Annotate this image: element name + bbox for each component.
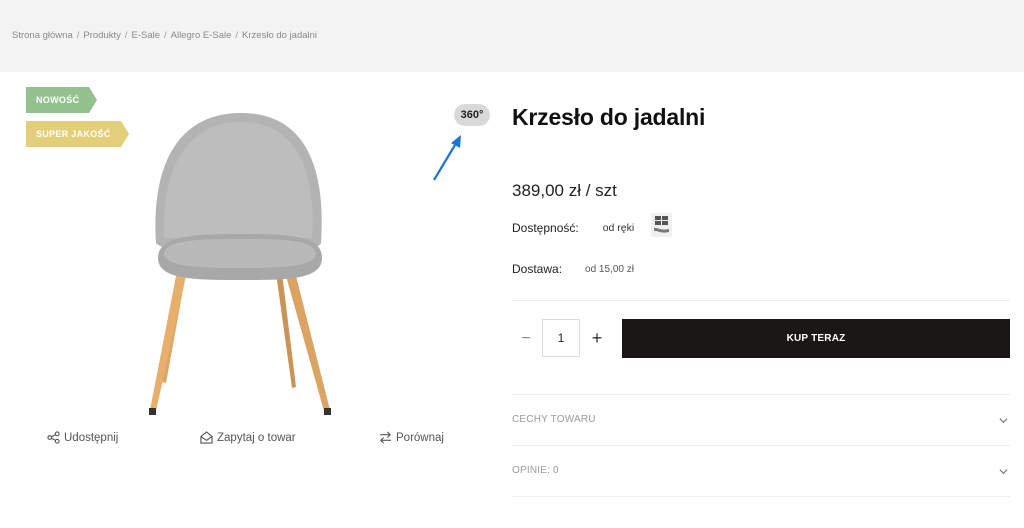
breadcrumb-separator: / [235, 30, 239, 41]
product-price: 389,00 zł / szt [512, 181, 617, 200]
chevron-down-icon [999, 469, 1008, 475]
share-icon [47, 431, 60, 444]
breadcrumb-allegro-esale[interactable]: Allegro E-Sale [171, 30, 232, 41]
breadcrumb-separator: / [124, 30, 128, 41]
breadcrumb-esale[interactable]: E-Sale [132, 30, 161, 41]
shipping-label: Dostawa: [512, 262, 563, 276]
divider [512, 394, 1010, 395]
product-title: Krzesło do jadalni [512, 104, 706, 130]
quantity-decrease-button[interactable]: − [516, 330, 536, 348]
product-image[interactable] [146, 108, 336, 418]
share-action[interactable]: Udostępnij [47, 431, 118, 444]
stock-icon [651, 213, 672, 237]
badge-super-quality: SUPER JAKOŚĆ [26, 121, 129, 147]
badge-new: NOWOŚĆ [26, 87, 98, 113]
availability-row: Dostępność: od ręki [512, 221, 634, 235]
breadcrumb-bar: Strona główna / Produkty / E-Sale / Alle… [0, 0, 1024, 72]
availability-value: od ręki [602, 222, 635, 234]
buy-now-button[interactable]: KUP TERAZ [622, 319, 1010, 358]
badge-quality-label: SUPER JAKOŚĆ [36, 129, 111, 139]
compare-label: Porównaj [396, 431, 444, 444]
arrow-icon [433, 135, 461, 181]
shipping-row: Dostawa: od 15,00 zł [512, 262, 634, 276]
compare-arrows-icon [379, 431, 392, 444]
divider [512, 496, 1010, 497]
badge-new-label: NOWOŚĆ [36, 95, 80, 105]
shipping-value: od 15,00 zł [585, 263, 634, 275]
breadcrumb-separator: / [164, 30, 167, 41]
accordion-label: OPINIE: 0 [512, 465, 559, 476]
share-label: Udostępnij [64, 431, 119, 444]
chevron-down-icon [999, 418, 1008, 424]
compare-action[interactable]: Porównaj [379, 431, 444, 444]
accordion-product-features[interactable]: CECHY TOWARU [512, 414, 1010, 436]
divider [512, 300, 1010, 301]
breadcrumb-separator: / [76, 30, 80, 41]
quantity-input[interactable] [542, 319, 580, 357]
ask-label: Zapytaj o towar [217, 431, 296, 444]
breadcrumb-home[interactable]: Strona główna [12, 30, 73, 41]
breadcrumb-products[interactable]: Produkty [83, 30, 121, 41]
ask-about-product-action[interactable]: Zapytaj o towar [200, 431, 296, 444]
view-360-button[interactable]: 360° [454, 104, 490, 126]
breadcrumb: Strona główna / Produkty / E-Sale / Alle… [12, 30, 317, 41]
envelope-icon [200, 431, 213, 444]
accordion-label: CECHY TOWARU [512, 414, 596, 425]
accordion-reviews[interactable]: OPINIE: 0 [512, 465, 1010, 487]
availability-label: Dostępność: [512, 221, 579, 235]
breadcrumb-current: Krzesło do jadalni [242, 30, 318, 41]
quantity-increase-button[interactable]: + [587, 328, 607, 348]
divider [512, 445, 1010, 446]
